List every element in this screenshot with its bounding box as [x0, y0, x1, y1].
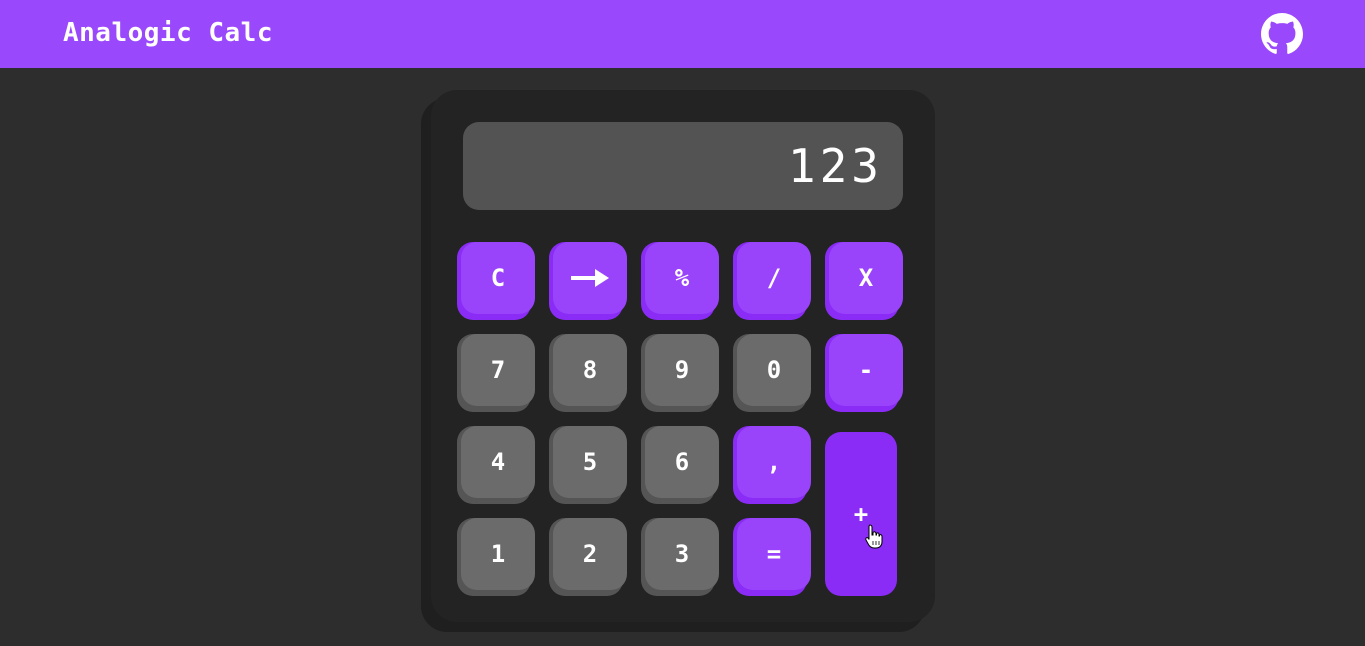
top-bar: Analogic Calc [0, 0, 1365, 68]
app-title: Analogic Calc [63, 18, 273, 48]
zero-button[interactable]: 0 [733, 334, 811, 412]
nine-button[interactable]: 9 [641, 334, 719, 412]
backspace-button[interactable] [549, 242, 627, 320]
one-button[interactable]: 1 [457, 518, 535, 596]
minus-label: - [829, 334, 903, 406]
eight-label: 8 [553, 334, 627, 406]
clear-button[interactable]: C [457, 242, 535, 320]
two-label: 2 [553, 518, 627, 590]
seven-button[interactable]: 7 [457, 334, 535, 412]
seven-label: 7 [461, 334, 535, 406]
multiply-button[interactable]: X [825, 242, 903, 320]
display-value: 123 [787, 139, 883, 193]
eight-button[interactable]: 8 [549, 334, 627, 412]
two-button[interactable]: 2 [549, 518, 627, 596]
percent-button[interactable]: % [641, 242, 719, 320]
multiply-label: X [829, 242, 903, 314]
arrow-right-icon [571, 269, 609, 287]
github-icon[interactable] [1261, 13, 1303, 55]
one-label: 1 [461, 518, 535, 590]
six-label: 6 [645, 426, 719, 498]
five-button[interactable]: 5 [549, 426, 627, 504]
three-label: 3 [645, 518, 719, 590]
calculator-display: 123 [463, 122, 903, 210]
comma-label: , [737, 426, 811, 498]
zero-label: 0 [737, 334, 811, 406]
four-button[interactable]: 4 [457, 426, 535, 504]
percent-label: % [645, 242, 719, 314]
clear-label: C [461, 242, 535, 314]
plus-label: + [825, 432, 897, 596]
divide-label: / [737, 242, 811, 314]
divide-button[interactable]: / [733, 242, 811, 320]
six-button[interactable]: 6 [641, 426, 719, 504]
equals-label: = [737, 518, 811, 590]
plus-button[interactable]: + [825, 432, 897, 596]
four-label: 4 [461, 426, 535, 498]
five-label: 5 [553, 426, 627, 498]
minus-button[interactable]: - [825, 334, 903, 412]
nine-label: 9 [645, 334, 719, 406]
comma-button[interactable]: , [733, 426, 811, 504]
equals-button[interactable]: = [733, 518, 811, 596]
three-button[interactable]: 3 [641, 518, 719, 596]
